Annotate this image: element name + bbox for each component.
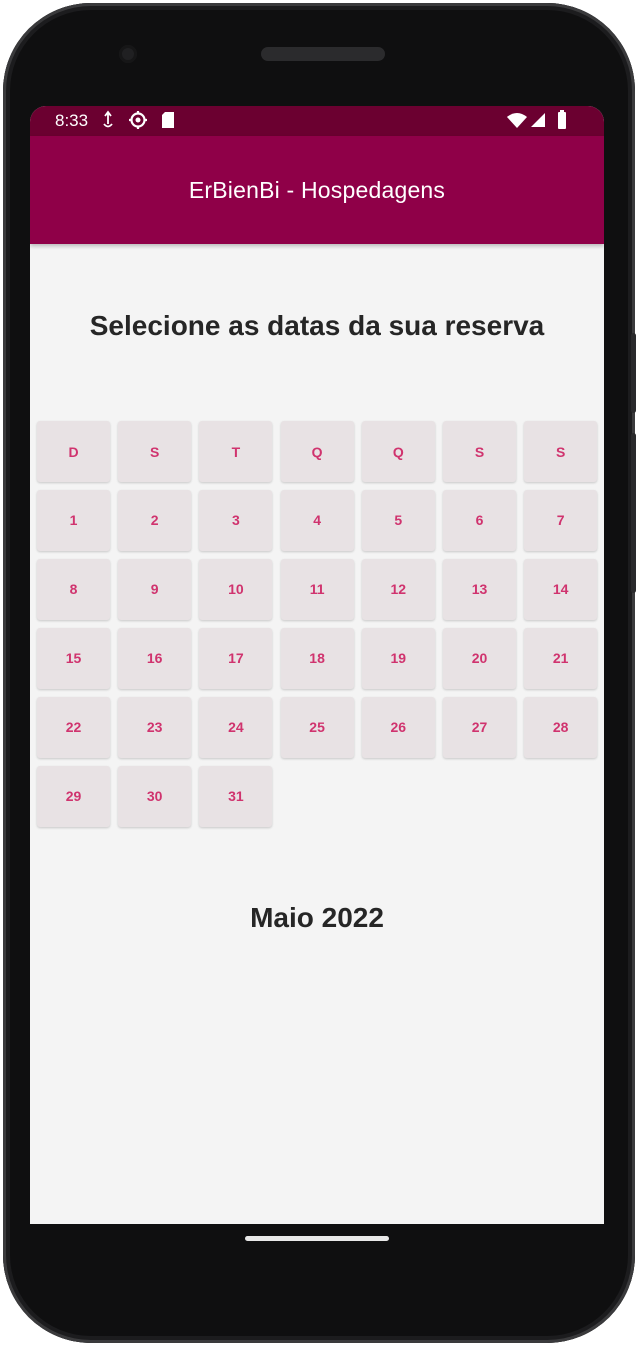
calendar-day-17[interactable]: 17 [199, 627, 273, 689]
volume-button [631, 433, 636, 593]
battery-icon [557, 110, 567, 135]
calendar-day-4[interactable]: 4 [280, 489, 354, 551]
calendar-day-1[interactable]: 1 [37, 489, 110, 551]
gesture-nav-handle[interactable] [245, 1236, 389, 1241]
calendar-day-11[interactable]: 11 [280, 558, 354, 620]
calendar-day-12[interactable]: 12 [361, 558, 435, 620]
cellular-signal-icon [530, 112, 546, 133]
calendar-day-16[interactable]: 16 [118, 627, 192, 689]
calendar-day-20[interactable]: 20 [443, 627, 516, 689]
month-label: Maio 2022 [250, 902, 384, 933]
calendar-day-27[interactable]: 27 [443, 696, 516, 758]
calendar-day-29[interactable]: 29 [37, 765, 110, 827]
weekday-header: S [443, 421, 516, 482]
calendar-day-10[interactable]: 10 [199, 558, 273, 620]
calendar-day-21[interactable]: 21 [524, 627, 598, 689]
calendar-day-24[interactable]: 24 [199, 696, 273, 758]
earpiece-speaker [261, 47, 385, 61]
app-screen: 8:33 ErBienBi - Hospedagens Selecione as… [30, 106, 604, 1224]
app-title: ErBienBi - Hospedagens [188, 177, 446, 203]
front-camera [119, 45, 137, 63]
app-bar: ErBienBi - Hospedagens [30, 136, 604, 244]
calendar-day-7[interactable]: 7 [524, 489, 598, 551]
calendar-day-28[interactable]: 28 [524, 696, 598, 758]
calendar-day-18[interactable]: 18 [280, 627, 354, 689]
calendar-day-23[interactable]: 23 [118, 696, 192, 758]
calendar-day-26[interactable]: 26 [361, 696, 435, 758]
usb-debug-icon [102, 110, 114, 135]
settings-gear-icon [128, 110, 148, 135]
calendar-day-6[interactable]: 6 [443, 489, 516, 551]
calendar-day-31[interactable]: 31 [199, 765, 273, 827]
wifi-icon [506, 112, 528, 134]
calendar-day-8[interactable]: 8 [37, 558, 110, 620]
weekday-header: D [37, 421, 110, 482]
calendar-day-19[interactable]: 19 [361, 627, 435, 689]
calendar-day-14[interactable]: 14 [524, 558, 598, 620]
calendar-day-2[interactable]: 2 [118, 489, 192, 551]
calendar-day-13[interactable]: 13 [443, 558, 516, 620]
calendar-day-25[interactable]: 25 [280, 696, 354, 758]
power-button [631, 333, 636, 413]
calendar-day-9[interactable]: 9 [118, 558, 192, 620]
status-bar: 8:33 [30, 106, 604, 136]
calendar-day-15[interactable]: 15 [37, 627, 110, 689]
weekday-header: Q [361, 421, 435, 482]
sd-card-icon [160, 110, 176, 135]
page-heading: Selecione as datas da sua reserva [89, 310, 545, 341]
weekday-header: S [118, 421, 192, 482]
status-time: 8:33 [55, 111, 89, 130]
calendar-day-30[interactable]: 30 [118, 765, 192, 827]
weekday-header: Q [280, 421, 354, 482]
calendar-day-3[interactable]: 3 [199, 489, 273, 551]
calendar-day-22[interactable]: 22 [37, 696, 110, 758]
calendar-day-5[interactable]: 5 [361, 489, 435, 551]
weekday-header: T [199, 421, 273, 482]
weekday-header: S [524, 421, 598, 482]
